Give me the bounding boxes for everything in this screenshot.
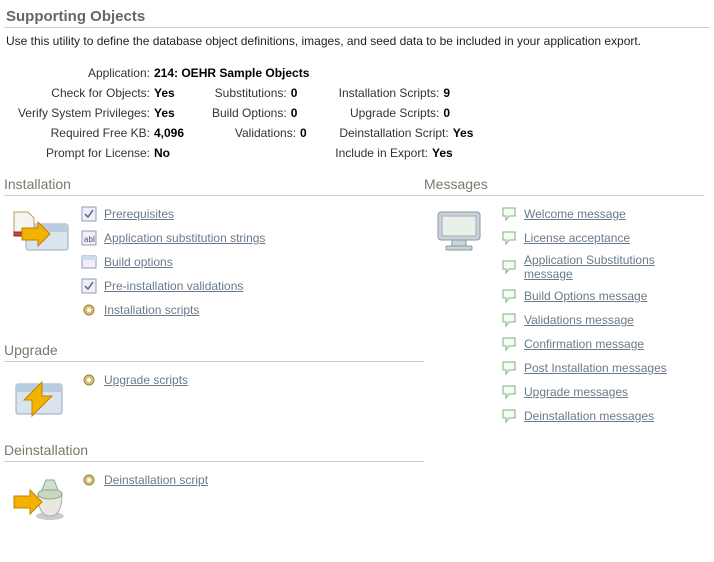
installation-title: Installation xyxy=(4,174,424,196)
checklist-icon xyxy=(80,277,98,295)
check-objects-value: Yes xyxy=(154,84,191,102)
confirmation-message-link[interactable]: Confirmation message xyxy=(500,332,704,356)
link-label: Pre-installation validations xyxy=(104,279,243,293)
prerequisites-link[interactable]: Prerequisites xyxy=(80,202,424,226)
speech-bubble-icon xyxy=(500,258,518,276)
upgrade-icon xyxy=(4,368,80,422)
verify-priv-value: Yes xyxy=(154,104,191,122)
validations-message-link[interactable]: Validations message xyxy=(500,308,704,332)
substitution-strings-link[interactable]: abI Application substitution strings xyxy=(80,226,424,250)
messages-section: Messages Welcome message xyxy=(424,174,704,428)
validations-label: Validations: xyxy=(200,124,300,142)
deinstallation-title: Deinstallation xyxy=(4,440,424,462)
link-label: Welcome message xyxy=(524,207,626,221)
gear-icon xyxy=(80,471,98,489)
link-label: Build options xyxy=(104,255,173,269)
validations-value: 0 xyxy=(300,124,323,142)
upgrade-message-link[interactable]: Upgrade messages xyxy=(500,380,704,404)
build-opt-message-link[interactable]: Build Options message xyxy=(500,284,704,308)
upgrade-title: Upgrade xyxy=(4,340,424,362)
speech-bubble-icon xyxy=(500,359,518,377)
build-options-value: 0 xyxy=(291,104,314,122)
include-export-value: Yes xyxy=(432,144,469,162)
speech-bubble-icon xyxy=(500,335,518,353)
app-sub-message-link[interactable]: Application Substitutions message xyxy=(500,250,704,284)
prompt-license-value: No xyxy=(154,144,186,162)
link-label: Deinstallation messages xyxy=(524,409,654,423)
link-label: Build Options message xyxy=(524,289,647,303)
license-acceptance-link[interactable]: License acceptance xyxy=(500,226,704,250)
substitutions-label: Substitutions: xyxy=(191,84,291,102)
upgrade-scripts-value: 0 xyxy=(443,104,466,122)
install-scripts-label: Installation Scripts: xyxy=(313,84,443,102)
link-label: Upgrade scripts xyxy=(104,373,188,387)
upgrade-scripts-link[interactable]: Upgrade scripts xyxy=(80,368,424,392)
required-kb-value: 4,096 xyxy=(154,124,200,142)
gear-icon xyxy=(80,371,98,389)
prompt-license-label: Prompt for License: xyxy=(4,144,154,162)
gear-icon xyxy=(80,301,98,319)
welcome-message-link[interactable]: Welcome message xyxy=(500,202,704,226)
install-scripts-link[interactable]: Installation scripts xyxy=(80,298,424,322)
deinstall-script-link[interactable]: Deinstallation script xyxy=(80,468,424,492)
verify-priv-label: Verify System Privileges: xyxy=(4,104,154,122)
deinstallation-icon xyxy=(4,468,80,522)
link-label: Confirmation message xyxy=(524,337,644,351)
deinstallation-section: Deinstallation Deinstallation script xyxy=(4,440,424,522)
window-icon xyxy=(80,253,98,271)
abc-icon: abI xyxy=(80,229,98,247)
link-label: Post Installation messages xyxy=(524,361,667,375)
check-objects-label: Check for Objects: xyxy=(4,84,154,102)
speech-bubble-icon xyxy=(500,383,518,401)
page-title: Supporting Objects xyxy=(4,4,710,28)
messages-title: Messages xyxy=(424,174,704,196)
messages-icon xyxy=(424,202,500,256)
speech-bubble-icon xyxy=(500,311,518,329)
link-label: Upgrade messages xyxy=(524,385,628,399)
installation-section: Installation Prerequisites xyxy=(4,174,424,322)
link-label: License acceptance xyxy=(524,231,630,245)
installation-icon xyxy=(4,202,80,256)
speech-bubble-icon xyxy=(500,205,518,223)
pre-install-validations-link[interactable]: Pre-installation validations xyxy=(80,274,424,298)
page-description: Use this utility to define the database … xyxy=(4,32,710,60)
speech-bubble-icon xyxy=(500,407,518,425)
link-label: Validations message xyxy=(524,313,634,327)
link-label: Application Substitutions message xyxy=(524,253,704,281)
summary-panel: Application:214: OEHR Sample Objects Che… xyxy=(4,60,710,174)
deinstall-message-link[interactable]: Deinstallation messages xyxy=(500,404,704,428)
build-options-link[interactable]: Build options xyxy=(80,250,424,274)
upgrade-scripts-label: Upgrade Scripts: xyxy=(313,104,443,122)
upgrade-section: Upgrade Upgrade scripts xyxy=(4,340,424,422)
include-export-label: Include in Export: xyxy=(302,144,432,162)
deinstall-script-label: Deinstallation Script: xyxy=(323,124,453,142)
link-label: Prerequisites xyxy=(104,207,174,221)
install-scripts-value: 9 xyxy=(443,84,466,102)
post-install-message-link[interactable]: Post Installation messages xyxy=(500,356,704,380)
application-value: 214: OEHR Sample Objects xyxy=(154,64,325,82)
application-label: Application: xyxy=(4,64,154,82)
substitutions-value: 0 xyxy=(291,84,314,102)
build-options-label: Build Options: xyxy=(191,104,291,122)
checklist-icon xyxy=(80,205,98,223)
svg-text:abI: abI xyxy=(84,235,95,244)
link-label: Installation scripts xyxy=(104,303,199,317)
deinstall-script-value: Yes xyxy=(453,124,490,142)
link-label: Deinstallation script xyxy=(104,473,208,487)
link-label: Application substitution strings xyxy=(104,231,265,245)
required-kb-label: Required Free KB: xyxy=(4,124,154,142)
speech-bubble-icon xyxy=(500,229,518,247)
speech-bubble-icon xyxy=(500,287,518,305)
